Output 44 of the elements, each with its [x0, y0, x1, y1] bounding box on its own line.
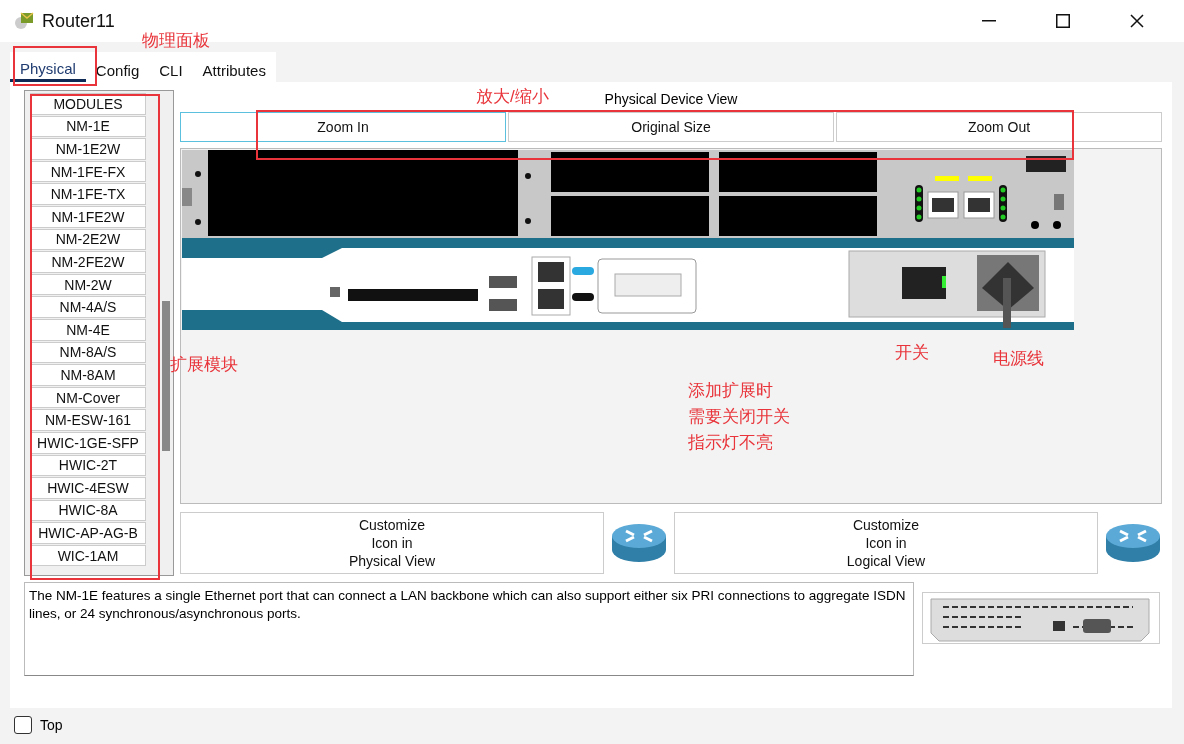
zoom-button[interactable]: Zoom In	[180, 112, 506, 142]
annotation-text: 添加扩展时	[688, 380, 773, 402]
annotation-text: 扩展模块	[170, 354, 238, 376]
module-item[interactable]: NM-1E2W	[30, 138, 146, 160]
module-item[interactable]: NM-1FE2W	[30, 205, 146, 228]
module-item[interactable]: NM-1FE-TX	[30, 183, 146, 205]
zoom-button[interactable]: Zoom Out	[836, 112, 1162, 142]
module-item[interactable]: NM-1E	[30, 115, 146, 138]
view-title: Physical Device View	[604, 91, 738, 107]
tab[interactable]: Attributes	[192, 52, 276, 82]
annotation-text: 放大/缩小	[476, 86, 549, 108]
top-checkbox[interactable]	[14, 716, 32, 734]
annotation-text: 物理面板	[142, 30, 210, 52]
annotation-text: 指示灯不亮	[688, 432, 773, 454]
module-item[interactable]: NM-8A/S	[30, 341, 146, 364]
module-item[interactable]: WIC-1AM	[30, 544, 146, 567]
module-item[interactable]: HWIC-1GE-SFP	[30, 431, 146, 454]
module-item[interactable]: NM-2FE2W	[30, 251, 146, 273]
annotation-text: 电源线	[993, 348, 1044, 370]
customize-icon-button[interactable]: Customize Icon in Physical View	[180, 512, 604, 574]
module-item[interactable]: HWIC-2T	[30, 454, 146, 477]
module-item[interactable]: HWIC-4ESW	[30, 477, 146, 499]
module-item[interactable]: NM-ESW-161	[30, 409, 146, 431]
annotation-text: 开关	[895, 342, 929, 364]
tab[interactable]: CLI	[149, 52, 193, 82]
scrollbar-thumb[interactable]	[162, 301, 170, 451]
module-item[interactable]: NM-Cover	[30, 386, 146, 409]
module-item[interactable]: NM-2E2W	[30, 228, 146, 251]
module-item[interactable]: HWIC-AP-AG-B	[30, 522, 146, 544]
module-item[interactable]: NM-2W	[30, 273, 146, 296]
tab[interactable]: Physical	[10, 52, 86, 82]
router-app-icon	[14, 11, 34, 31]
zoom-button[interactable]: Original Size	[508, 112, 834, 142]
tab[interactable]: Config	[85, 52, 150, 82]
customize-icon-button[interactable]: Customize Icon in Logical View	[674, 512, 1098, 574]
module-item[interactable]: NM-8AM	[30, 364, 146, 386]
module-item[interactable]: NM-4A/S	[30, 296, 146, 318]
module-item[interactable]: HWIC-8A	[30, 499, 146, 522]
window-title: Router11	[42, 10, 116, 32]
checkbox-label: Top	[40, 717, 63, 733]
module-description: The NM-1E features a single Ethernet port that can connect a LAN backbone which can also support either six PRI connections to aggregate ISDN lines, or 24 synchronous/asynchronous ports.	[24, 582, 914, 676]
module-item[interactable]: NM-1FE-FX	[30, 160, 146, 183]
annotation-text: 需要关闭开关	[688, 406, 790, 428]
module-item[interactable]: NM-4E	[30, 318, 146, 341]
